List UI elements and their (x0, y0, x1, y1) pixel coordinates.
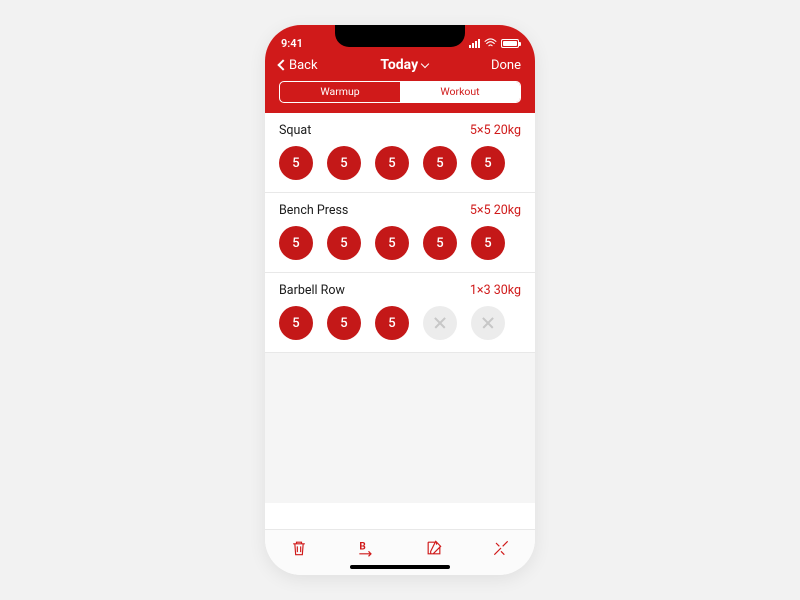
set-button-skipped[interactable] (423, 306, 457, 340)
exercise-meta[interactable]: 1×3 30kg (470, 283, 521, 298)
exercise-list: Squat5×5 20kg55555Bench Press5×5 20kg555… (265, 113, 535, 353)
set-button[interactable]: 5 (279, 146, 313, 180)
exercise-card: Bench Press5×5 20kg55555 (265, 193, 535, 273)
done-button[interactable]: Done (491, 58, 521, 73)
wifi-icon (484, 38, 497, 48)
set-button[interactable]: 5 (327, 226, 361, 260)
set-button[interactable]: 5 (375, 146, 409, 180)
set-button[interactable]: 5 (471, 146, 505, 180)
set-row: 555 (279, 306, 521, 340)
home-indicator (350, 565, 450, 569)
set-button[interactable]: 5 (375, 306, 409, 340)
segment-warmup[interactable]: Warmup (280, 82, 400, 102)
title-dropdown[interactable]: Today (380, 57, 428, 73)
chevron-left-icon (277, 59, 288, 70)
title-label: Today (380, 57, 418, 73)
device-notch (335, 25, 465, 47)
back-label: Back (289, 58, 318, 73)
exercise-meta[interactable]: 5×5 20kg (470, 203, 521, 218)
segment-control: Warmup Workout (279, 81, 521, 103)
status-time: 9:41 (281, 37, 303, 50)
tools-icon (491, 538, 511, 558)
trash-button[interactable] (288, 537, 310, 559)
exercise-meta[interactable]: 5×5 20kg (470, 123, 521, 138)
exercise-name: Barbell Row (279, 283, 345, 298)
segment-workout[interactable]: Workout (400, 82, 520, 102)
trash-icon (289, 538, 309, 558)
exercise-card: Squat5×5 20kg55555 (265, 113, 535, 193)
edit-icon (424, 538, 444, 558)
set-button[interactable]: 5 (327, 306, 361, 340)
set-button[interactable]: 5 (423, 146, 457, 180)
battery-icon (501, 39, 519, 48)
empty-area (265, 353, 535, 503)
set-button[interactable]: 5 (279, 226, 313, 260)
set-button[interactable]: 5 (471, 226, 505, 260)
set-button[interactable]: 5 (279, 306, 313, 340)
exercise-card: Barbell Row1×3 30kg555 (265, 273, 535, 353)
svg-text:B: B (360, 541, 366, 552)
set-row: 55555 (279, 146, 521, 180)
phone-frame: 9:41 Back Today Done (265, 25, 535, 575)
done-label: Done (491, 58, 521, 73)
back-button[interactable]: Back (279, 58, 318, 73)
set-button[interactable]: 5 (375, 226, 409, 260)
set-button[interactable]: 5 (423, 226, 457, 260)
set-button[interactable]: 5 (327, 146, 361, 180)
chevron-down-icon (421, 60, 429, 68)
set-button-skipped[interactable] (471, 306, 505, 340)
set-row: 55555 (279, 226, 521, 260)
swap-button[interactable]: B (355, 537, 377, 559)
signal-icon (469, 39, 480, 48)
edit-button[interactable] (423, 537, 445, 559)
exercise-name: Squat (279, 123, 311, 138)
tools-button[interactable] (490, 537, 512, 559)
swap-icon: B (356, 538, 376, 558)
exercise-name: Bench Press (279, 203, 348, 218)
